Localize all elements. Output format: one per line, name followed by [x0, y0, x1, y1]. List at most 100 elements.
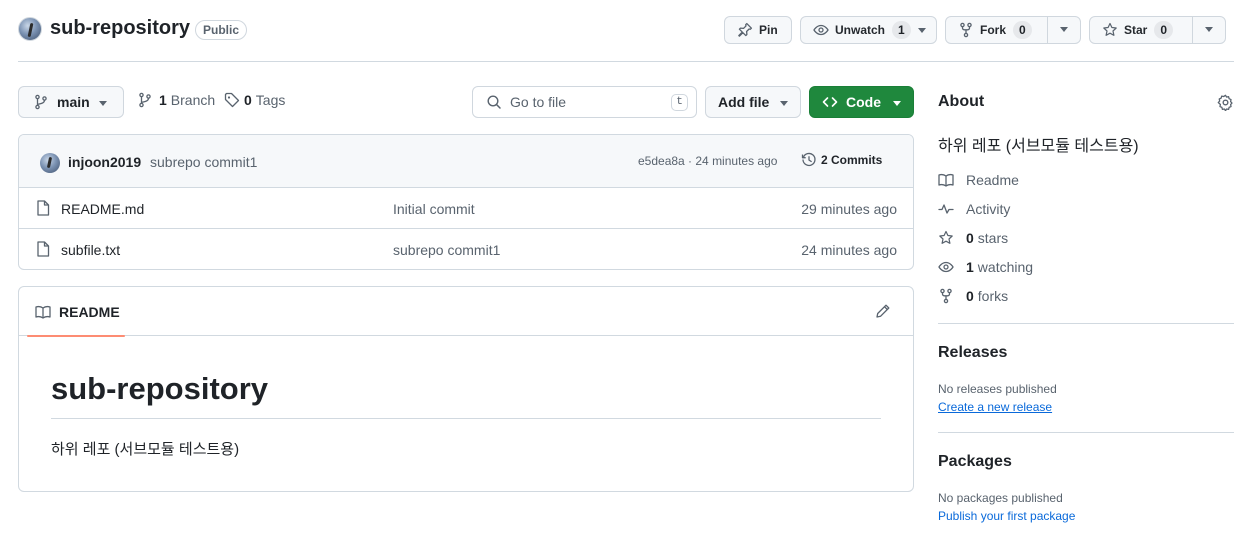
commit-hash-time[interactable]: e5dea8a · 24 minutes ago [638, 154, 777, 168]
packages-heading[interactable]: Packages [938, 453, 1012, 471]
branch-icon [137, 92, 153, 108]
sidebar-item-readme[interactable]: Readme [938, 172, 1019, 188]
chevron-down-icon[interactable] [918, 28, 926, 33]
eye-icon [813, 22, 829, 38]
file-updated-time: 29 minutes ago [801, 201, 897, 217]
fork-icon [958, 22, 974, 38]
tags-link[interactable]: 0 Tags [224, 92, 285, 108]
commit-author-avatar[interactable] [40, 153, 60, 173]
star-button[interactable]: Star 0 [1089, 16, 1226, 44]
branch-count: 1 [159, 92, 167, 108]
fork-icon [938, 288, 954, 304]
fork-counter: 0 [1013, 21, 1032, 39]
pin-button[interactable]: Pin [724, 16, 792, 44]
readme-panel: README sub-repository 하위 레포 (서브모듈 테스트용) [18, 286, 914, 492]
file-name[interactable]: subfile.txt [61, 242, 120, 258]
readme-tab-label: README [59, 303, 120, 320]
stars-count: 0 [966, 230, 974, 246]
go-to-file-input[interactable] [510, 94, 660, 110]
file-updated-time: 24 minutes ago [801, 242, 897, 258]
watching-count: 1 [966, 259, 974, 275]
packages-empty-text: No packages published [938, 491, 1063, 505]
commits-count-label: 2 Commits [821, 153, 883, 167]
chevron-down-icon [99, 101, 107, 106]
commit-author[interactable]: injoon2019 [68, 154, 141, 170]
branch-icon [33, 94, 49, 110]
branch-name: main [57, 94, 90, 110]
branch-selector[interactable]: main [18, 86, 124, 118]
branches-link[interactable]: 1 Branch [137, 92, 215, 108]
sidebar-divider [938, 432, 1234, 433]
owner-avatar[interactable] [18, 17, 42, 41]
about-description: 하위 레포 (서브모듈 테스트용) [938, 138, 1139, 155]
star-label: Star [1124, 23, 1148, 37]
sidebar-item-forks[interactable]: 0 forks [938, 288, 1008, 304]
fork-label: Fork [980, 23, 1007, 37]
book-icon [35, 304, 51, 320]
commits-history-link[interactable]: 2 Commits [801, 152, 882, 168]
pulse-icon [938, 201, 954, 217]
eye-icon [938, 259, 954, 275]
header-divider [18, 61, 1234, 62]
sidebar-item-watching[interactable]: 1 watching [938, 259, 1033, 275]
tab-readme[interactable]: README [27, 287, 126, 337]
star-icon [938, 230, 954, 246]
chevron-down-icon [780, 101, 788, 106]
visibility-badge: Public [195, 20, 248, 40]
add-file-button[interactable]: Add file [705, 86, 801, 118]
readme-title-divider [51, 418, 881, 419]
sidebar-item-label: Activity [966, 201, 1011, 217]
code-icon [822, 94, 838, 110]
fork-button[interactable]: Fork 0 [945, 16, 1081, 44]
watch-counter: 1 [892, 21, 911, 39]
create-release-link[interactable]: Create a new release [938, 400, 1052, 414]
history-icon [801, 152, 817, 168]
chevron-down-icon [893, 101, 901, 106]
file-row[interactable]: subfile.txt subrepo commit1 24 minutes a… [19, 229, 913, 269]
tag-label: Tags [255, 92, 286, 108]
search-shortcut-key: t [671, 94, 688, 111]
publish-package-link[interactable]: Publish your first package [938, 509, 1075, 523]
pencil-icon[interactable] [875, 303, 891, 319]
star-lists-dropdown[interactable] [1192, 17, 1225, 43]
forks-label: forks [977, 288, 1009, 304]
about-heading: About [938, 93, 985, 110]
commit-message[interactable]: subrepo commit1 [150, 154, 257, 170]
pin-icon [737, 22, 753, 38]
sidebar-item-label: Readme [966, 172, 1019, 188]
unwatch-label: Unwatch [835, 23, 886, 37]
file-commit-message[interactable]: Initial commit [393, 201, 475, 217]
file-browser: injoon2019 subrepo commit1 e5dea8a · 24 … [18, 134, 914, 270]
repo-name[interactable]: sub-repository [50, 17, 190, 40]
readme-title: sub-repository [51, 371, 269, 406]
watching-label: watching [977, 259, 1034, 275]
pin-label: Pin [759, 23, 778, 37]
file-row[interactable]: README.md Initial commit 29 minutes ago [19, 188, 913, 229]
latest-commit-bar: injoon2019 subrepo commit1 e5dea8a · 24 … [19, 135, 913, 188]
star-icon [1102, 22, 1118, 38]
file-name[interactable]: README.md [61, 201, 144, 217]
sidebar-item-activity[interactable]: Activity [938, 201, 1010, 217]
star-counter: 0 [1154, 21, 1174, 39]
file-icon [36, 200, 50, 216]
stars-label: stars [977, 230, 1009, 246]
file-commit-message[interactable]: subrepo commit1 [393, 242, 500, 258]
unwatch-button[interactable]: Unwatch 1 [800, 16, 937, 44]
readme-header: README [19, 287, 913, 337]
releases-heading[interactable]: Releases [938, 344, 1007, 362]
releases-empty-text: No releases published [938, 382, 1057, 396]
branch-label: Branch [170, 92, 216, 108]
active-tab-indicator [27, 335, 125, 337]
gear-icon[interactable] [1217, 94, 1234, 111]
code-button[interactable]: Code [809, 86, 914, 118]
repo-header: sub-repository Public Pin Unwatch 1 Fork… [18, 12, 1234, 48]
add-file-label: Add file [718, 94, 770, 110]
fork-options-dropdown[interactable] [1047, 17, 1080, 43]
go-to-file-search[interactable]: t [472, 86, 697, 118]
tag-count: 0 [244, 92, 252, 108]
code-label: Code [846, 94, 881, 110]
book-icon [938, 172, 954, 188]
readme-body: 하위 레포 (서브모듈 테스트용) [51, 441, 240, 458]
search-icon [486, 94, 502, 110]
sidebar-item-stars[interactable]: 0 stars [938, 230, 1008, 246]
